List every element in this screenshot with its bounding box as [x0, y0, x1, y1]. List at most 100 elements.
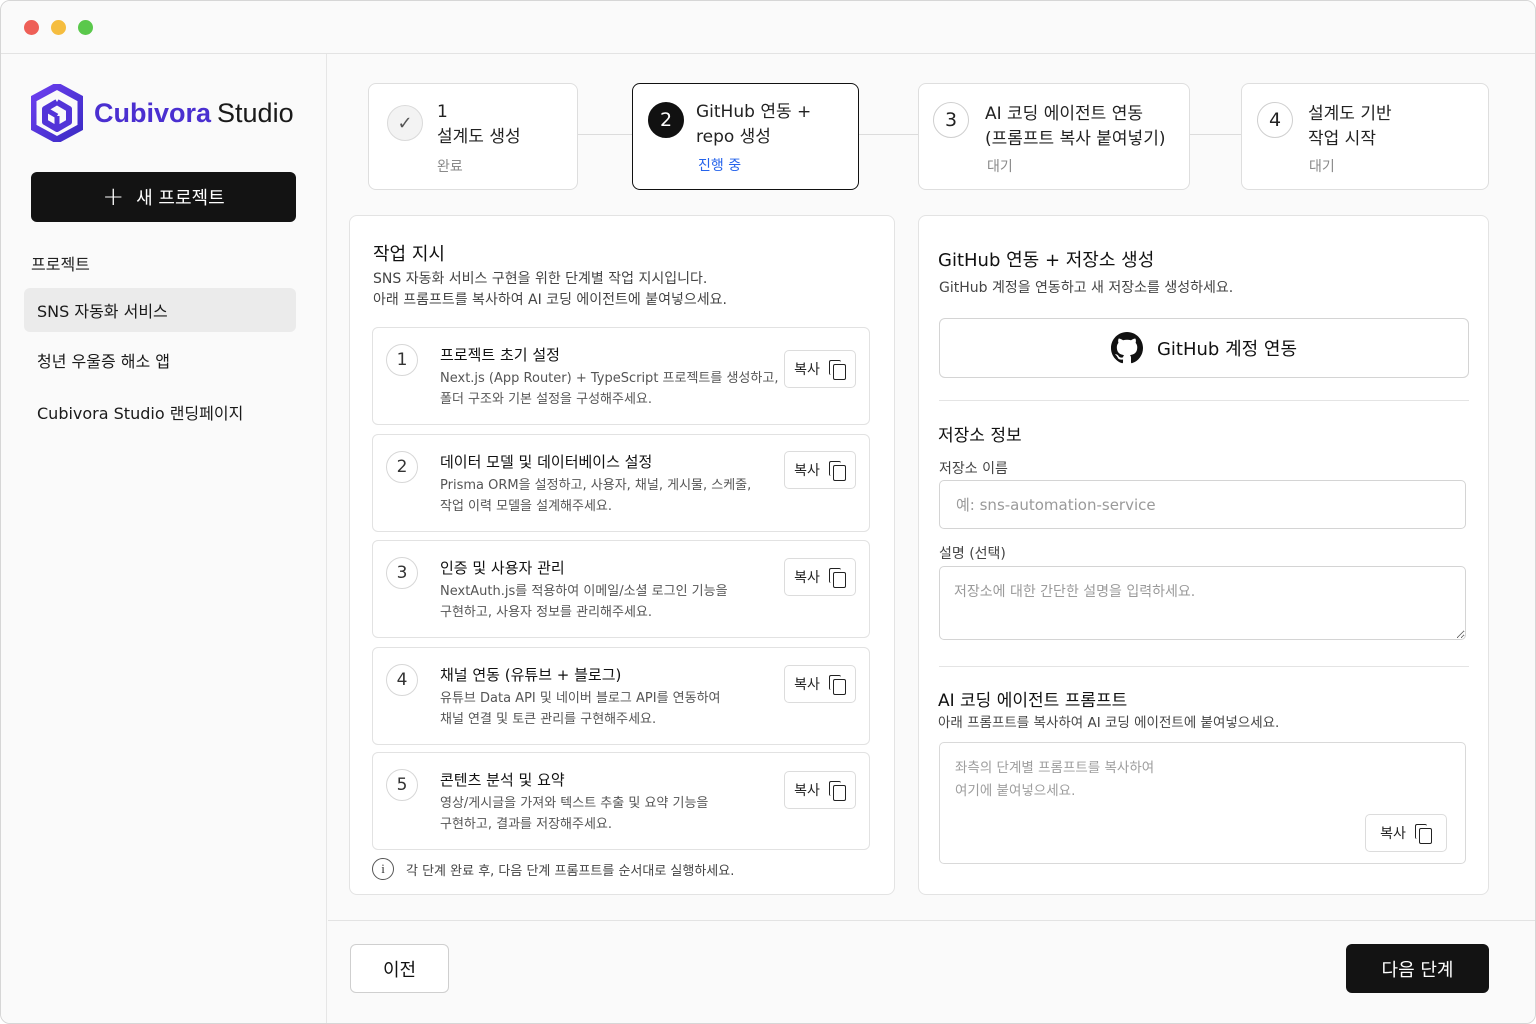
- desc-line: 작업 이력 모델을 설계해주세요.: [440, 499, 613, 514]
- step-2-github[interactable]: 2 GitHub 연동 + repo 생성 진행 중: [632, 83, 859, 190]
- step-3-ai-agent[interactable]: 3 AI 코딩 에이전트 연동 (프롬프트 복사 붙여넣기) 대기: [918, 83, 1190, 190]
- panel-subtitle: GitHub 계정을 연동하고 새 저장소를 생성하세요.: [939, 280, 1234, 296]
- new-project-label: 새 프로젝트: [136, 188, 225, 209]
- repo-description-input[interactable]: [939, 566, 1466, 640]
- sidebar-item-sns-automation[interactable]: SNS 자동화 서비스: [24, 288, 296, 332]
- prompt-placeholder: 좌측의 단계별 프롬프트를 복사하여 여기에 붙여넣으세요.: [955, 757, 1255, 803]
- task-card: 2 데이터 모델 및 데이터베이스 설정 Prisma ORM을 설정하고, 사…: [372, 434, 870, 532]
- copy-button[interactable]: 복사: [784, 771, 856, 809]
- info-text: 각 단계 완료 후, 다음 단계 프롬프트를 순서대로 실행하세요.: [406, 863, 735, 879]
- desc-line: 유튜브 Data API 및 네이버 블로그 API를 연동하여: [440, 691, 721, 706]
- sidebar: Cubivora Studio + 새 프로젝트 프로젝트 SNS 자동화 서비스…: [1, 54, 327, 1023]
- task-title: 채널 연동 (유튜브 + 블로그): [440, 666, 622, 684]
- task-number: 2: [386, 451, 418, 483]
- sidebar-item-landing-page[interactable]: Cubivora Studio 랜딩페이지: [24, 390, 296, 434]
- copy-icon: [828, 567, 846, 588]
- copy-button[interactable]: 복사: [784, 451, 856, 489]
- copy-label: 복사: [794, 783, 820, 799]
- step-status: 진행 중: [698, 158, 742, 174]
- repo-description-label: 설명 (선택): [939, 546, 1006, 562]
- cube-logo-icon: [31, 84, 83, 142]
- step-title-line2: (프롬프트 복사 붙여넣기): [985, 129, 1166, 149]
- step-title-line2: repo 생성: [696, 127, 771, 147]
- step-1-design[interactable]: ✓ 1 설계도 생성 완료: [368, 83, 578, 190]
- copy-icon: [828, 460, 846, 481]
- task-description: 유튜브 Data API 및 네이버 블로그 API를 연동하여채널 연결 및 …: [440, 688, 780, 730]
- plus-icon: +: [102, 182, 125, 212]
- copy-label: 복사: [794, 463, 820, 479]
- desc-line: 구현하고, 결과를 저장해주세요.: [440, 817, 613, 832]
- step-title: AI 코딩 에이전트 연동: [985, 104, 1143, 124]
- task-title: 인증 및 사용자 관리: [440, 559, 565, 577]
- step-4-start-work[interactable]: 4 설계도 기반 작업 시작 대기: [1241, 83, 1489, 190]
- copy-label: 복사: [794, 677, 820, 693]
- sidebar-item-youth-depression-app[interactable]: 청년 우울증 해소 앱: [24, 338, 296, 382]
- copy-label: 복사: [794, 362, 820, 378]
- task-card: 5 콘텐츠 분석 및 요약 영상/게시글을 가져와 텍스트 추출 및 요약 기능…: [372, 752, 870, 850]
- task-title: 프로젝트 초기 설정: [440, 346, 560, 364]
- task-instructions-panel: 작업 지시 SNS 자동화 서비스 구현을 위한 단계별 작업 지시입니다. 아…: [349, 215, 895, 895]
- stepper-connector: [578, 134, 632, 135]
- sidebar-item-label: SNS 자동화 서비스: [37, 302, 168, 321]
- repo-section-title: 저장소 정보: [938, 426, 1022, 446]
- brand-name: Cubivora Studio: [94, 97, 294, 128]
- copy-label: 복사: [794, 570, 820, 586]
- github-connect-button[interactable]: GitHub 계정 연동: [939, 318, 1469, 378]
- prompt-copy-button[interactable]: 복사: [1365, 814, 1447, 852]
- task-title: 데이터 모델 및 데이터베이스 설정: [440, 453, 653, 471]
- task-card: 3 인증 및 사용자 관리 NextAuth.js를 적용하여 이메일/소셜 로…: [372, 540, 870, 638]
- next-step-button[interactable]: 다음 단계: [1346, 944, 1489, 993]
- task-title: 콘텐츠 분석 및 요약: [440, 771, 565, 789]
- sidebar-item-label: 청년 우울증 해소 앱: [37, 352, 171, 371]
- step-number: 1: [437, 102, 448, 122]
- previous-button[interactable]: 이전: [350, 944, 449, 993]
- desc-line: 채널 연결 및 토큰 관리를 구현해주세요.: [440, 712, 657, 727]
- placeholder-line: 여기에 붙여넣으세요.: [955, 783, 1076, 799]
- panel-title: 작업 지시: [373, 244, 445, 265]
- title-bar: [1, 1, 1535, 54]
- stepper-connector: [859, 134, 918, 135]
- task-description: NextAuth.js를 적용하여 이메일/소셜 로그인 기능을구현하고, 사용…: [440, 581, 780, 623]
- panel-subtitle: SNS 자동화 서비스 구현을 위한 단계별 작업 지시입니다. 아래 프롬프트…: [373, 269, 727, 311]
- github-panel: GitHub 연동 + 저장소 생성 GitHub 계정을 연동하고 새 저장소…: [918, 215, 1489, 895]
- desc-line: Next.js (App Router) + TypeScript 프로젝트를 …: [440, 371, 779, 386]
- step-status: 완료: [437, 159, 463, 175]
- copy-icon: [828, 674, 846, 695]
- task-description: Prisma ORM을 설정하고, 사용자, 채널, 게시물, 스케줄, 작업 이…: [440, 475, 780, 517]
- step-number-badge: 4: [1257, 102, 1293, 138]
- copy-icon: [828, 359, 846, 380]
- step-title: 설계도 생성: [437, 127, 521, 147]
- copy-button[interactable]: 복사: [784, 665, 856, 703]
- copy-icon: [1414, 823, 1432, 844]
- copy-label: 복사: [1380, 826, 1406, 842]
- section-divider: [939, 400, 1469, 401]
- copy-button[interactable]: 복사: [784, 558, 856, 596]
- desc-line: 구현하고, 사용자 정보를 관리해주세요.: [440, 605, 653, 620]
- app-window: Cubivora Studio + 새 프로젝트 프로젝트 SNS 자동화 서비스…: [0, 0, 1536, 1024]
- step-status: 대기: [987, 159, 1013, 175]
- desc-line: NextAuth.js를 적용하여 이메일/소셜 로그인 기능을: [440, 584, 728, 599]
- copy-icon: [828, 780, 846, 801]
- placeholder-line: 좌측의 단계별 프롬프트를 복사하여: [955, 760, 1155, 776]
- new-project-button[interactable]: + 새 프로젝트: [31, 172, 296, 222]
- panel-title: GitHub 연동 + 저장소 생성: [938, 250, 1155, 271]
- desc-line: 폴더 구조와 기본 설정을 구성해주세요.: [440, 392, 653, 407]
- prompt-paste-area[interactable]: 좌측의 단계별 프롬프트를 복사하여 여기에 붙여넣으세요. 복사: [939, 742, 1466, 864]
- checkmark-icon: ✓: [387, 105, 423, 141]
- step-title: 설계도 기반: [1308, 104, 1392, 124]
- task-description: 영상/게시글을 가져와 텍스트 추출 및 요약 기능을 구현하고, 결과를 저장해…: [440, 793, 780, 835]
- prompt-subtitle: 아래 프롬프트를 복사하여 AI 코딩 에이전트에 붙여넣으세요.: [938, 715, 1280, 731]
- minimize-window-button[interactable]: [51, 20, 66, 35]
- maximize-window-button[interactable]: [78, 20, 93, 35]
- footer-bar: 이전 다음 단계: [328, 920, 1535, 1023]
- github-connect-label: GitHub 계정 연동: [1156, 339, 1298, 360]
- repo-name-input[interactable]: [939, 480, 1466, 529]
- copy-button[interactable]: 복사: [784, 350, 856, 388]
- stepper-connector: [1190, 134, 1241, 135]
- close-window-button[interactable]: [24, 20, 39, 35]
- repo-name-label: 저장소 이름: [939, 461, 1008, 477]
- brand-logo[interactable]: Cubivora Studio: [31, 84, 294, 142]
- main-content: ✓ 1 설계도 생성 완료 2 GitHub 연동 + repo 생성 진행 중…: [328, 54, 1535, 920]
- info-note: i 각 단계 완료 후, 다음 단계 프롬프트를 순서대로 실행하세요.: [372, 858, 734, 880]
- step-number-badge: 3: [933, 102, 969, 138]
